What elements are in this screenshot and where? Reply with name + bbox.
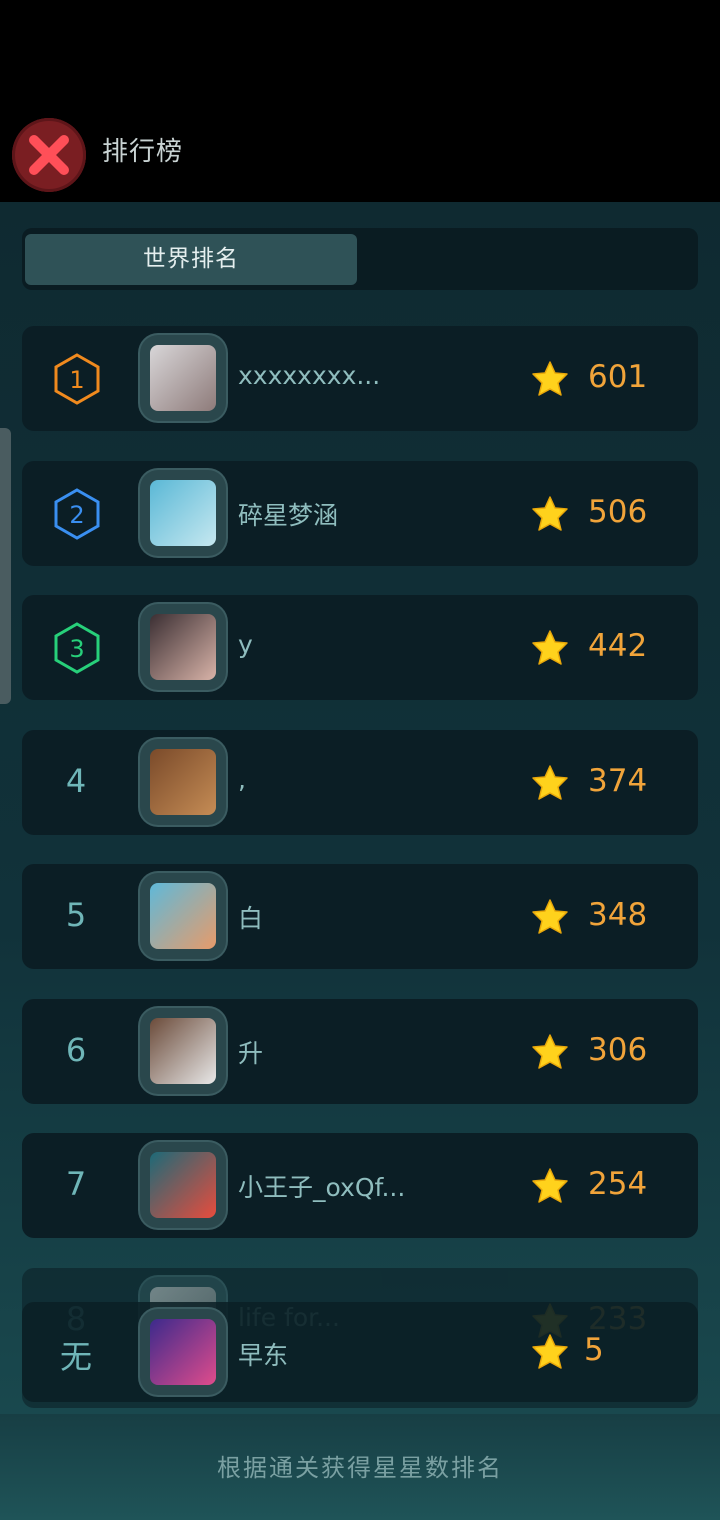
player-score: 601 [588, 359, 648, 395]
player-score: 306 [588, 1032, 648, 1068]
close-x-icon [29, 135, 69, 175]
player-score: 348 [588, 897, 648, 933]
avatar [150, 614, 216, 680]
avatar-frame [140, 1008, 226, 1094]
footer-note: 根据通关获得星星数排名 [217, 1454, 503, 1482]
page-title: 排行榜 [102, 137, 184, 167]
ranking-row[interactable]: 5 白 348 [22, 864, 698, 969]
scrollbar[interactable] [0, 428, 11, 704]
rank-badge-hexagon-icon: 3 [54, 622, 100, 674]
rank-number: 4 [65, 762, 87, 800]
avatar-frame [140, 873, 226, 959]
player-score: 254 [588, 1166, 648, 1202]
player-name: 小王子_oxQf... [238, 1173, 406, 1202]
avatar [150, 1152, 216, 1218]
avatar [150, 749, 216, 815]
my-avatar [150, 1319, 216, 1385]
star-icon [532, 496, 568, 531]
star-icon [532, 630, 568, 665]
my-rank-row[interactable]: 无 早东 5 [22, 1302, 698, 1402]
ranking-row[interactable]: 7 小王子_oxQf... 254 [22, 1133, 698, 1238]
star-icon [532, 765, 568, 800]
rank-badge-hexagon-icon: 2 [54, 488, 100, 540]
player-name: 升 [238, 1039, 264, 1068]
rank-number: 1 [69, 366, 84, 394]
my-avatar-frame [140, 1309, 226, 1395]
avatar-frame [140, 470, 226, 556]
rank-badge-hexagon-icon: 1 [54, 353, 100, 405]
player-score: 374 [588, 763, 648, 799]
top-bar: 排行榜 [0, 0, 720, 202]
avatar [150, 480, 216, 546]
player-score: 442 [588, 628, 648, 664]
player-name: , [238, 765, 246, 794]
my-rank-label: 无 [59, 1338, 92, 1376]
ranking-row[interactable]: 2 碎星梦涵 506 [22, 461, 698, 566]
tab-world-ranking[interactable]: 世界排名 [25, 234, 357, 285]
star-icon [532, 899, 568, 934]
star-icon [532, 361, 568, 396]
player-score: 506 [588, 494, 648, 530]
star-icon [532, 1334, 568, 1369]
star-icon [532, 1034, 568, 1069]
ranking-row[interactable]: 1 xxxxxxxx... 601 [22, 326, 698, 431]
ranking-row[interactable]: 6 升 306 [22, 999, 698, 1104]
rank-number: 5 [65, 896, 87, 934]
avatar-frame [140, 604, 226, 690]
rank-number: 3 [69, 635, 84, 663]
player-name: 白 [238, 904, 264, 933]
close-button[interactable] [12, 118, 86, 192]
avatar-frame [140, 335, 226, 421]
ranking-row[interactable]: 3 y 442 [22, 595, 698, 700]
avatar [150, 1018, 216, 1084]
avatar-frame [140, 1142, 226, 1228]
avatar-frame [140, 739, 226, 825]
my-name: 早东 [238, 1341, 289, 1370]
ranking-row[interactable]: 4 , 374 [22, 730, 698, 835]
rank-number: 6 [65, 1031, 87, 1069]
player-name: xxxxxxxx... [238, 361, 381, 390]
rank-number: 7 [65, 1165, 87, 1203]
player-name: y [238, 630, 253, 659]
player-name: 碎星梦涵 [238, 501, 339, 530]
star-icon [532, 1168, 568, 1203]
rank-number: 2 [69, 501, 84, 529]
my-score: 5 [584, 1332, 604, 1368]
avatar [150, 345, 216, 411]
avatar [150, 883, 216, 949]
